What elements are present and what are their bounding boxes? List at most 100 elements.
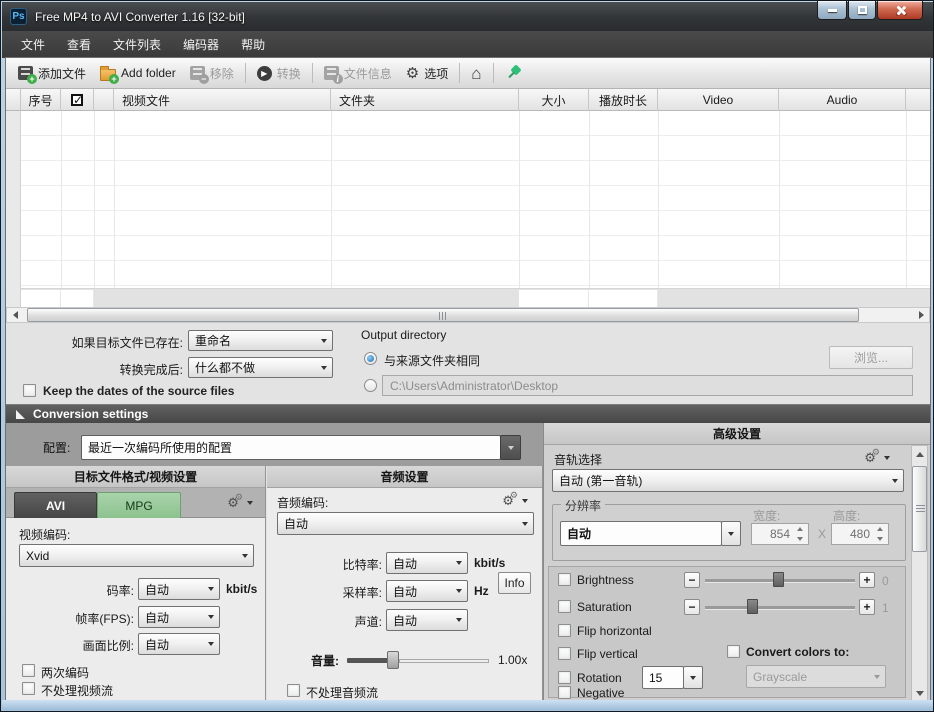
menu-file-list[interactable]: 文件列表 bbox=[102, 31, 172, 58]
browse-button[interactable]: 浏览... bbox=[829, 346, 913, 369]
rotation-dropdown-button[interactable] bbox=[683, 666, 703, 689]
column-size[interactable]: 大小 bbox=[519, 89, 589, 111]
menu-help[interactable]: 帮助 bbox=[230, 31, 276, 58]
audio-bitrate-dropdown[interactable]: 自动 bbox=[386, 552, 468, 574]
file-info-button[interactable]: i 文件信息 bbox=[317, 61, 399, 86]
remove-button[interactable]: − 移除 bbox=[183, 61, 241, 86]
audio-track-dropdown[interactable]: 自动 (第一音轨) bbox=[552, 469, 904, 492]
width-spinner[interactable]: 854 bbox=[751, 523, 809, 545]
rotation-value: 15 bbox=[649, 671, 662, 685]
convert-button[interactable]: ▶ 转换 bbox=[250, 61, 308, 86]
minimize-button[interactable] bbox=[817, 1, 847, 20]
home-button[interactable]: ⌂ bbox=[464, 61, 488, 86]
video-bitrate-dropdown[interactable]: 自动 bbox=[138, 578, 220, 600]
fps-dropdown[interactable]: 自动 bbox=[138, 606, 220, 628]
tab-avi[interactable]: AVI bbox=[14, 492, 97, 518]
output-path-field[interactable]: C:\Users\Administrator\Desktop bbox=[382, 375, 913, 396]
brightness-plus-button[interactable]: + bbox=[859, 572, 875, 588]
add-files-button[interactable]: + 添加文件 bbox=[11, 61, 93, 86]
if-exists-dropdown[interactable]: 重命名 bbox=[188, 330, 333, 351]
audio-codec-value: 自动 bbox=[284, 515, 308, 532]
flip-vertical-checkbox[interactable] bbox=[558, 647, 571, 660]
pin-button[interactable] bbox=[498, 61, 528, 85]
horizontal-scrollbar[interactable] bbox=[6, 307, 930, 323]
video-presets-gear-button[interactable]: ⚙⚙ bbox=[227, 496, 253, 509]
video-codec-dropdown[interactable]: Xvid bbox=[19, 544, 254, 567]
flip-horizontal-checkbox[interactable] bbox=[558, 624, 571, 637]
track-gear-button[interactable]: ⚙⚙ bbox=[864, 451, 890, 464]
saturation-minus-button[interactable]: − bbox=[684, 599, 700, 615]
column-index[interactable]: 序号 bbox=[21, 89, 61, 111]
resolution-dropdown[interactable]: 自动 bbox=[560, 521, 722, 546]
volume-slider-track[interactable] bbox=[399, 659, 489, 663]
grid-line bbox=[331, 111, 332, 288]
vertical-scrollbar-thumb[interactable] bbox=[912, 466, 927, 552]
close-button[interactable] bbox=[877, 1, 923, 20]
profile-dropdown[interactable]: 最近一次编码所使用的配置 bbox=[81, 435, 501, 460]
menu-encoders[interactable]: 编码器 bbox=[172, 31, 230, 58]
resolution-dropdown-button[interactable] bbox=[721, 521, 741, 546]
channels-dropdown[interactable]: 自动 bbox=[386, 609, 468, 631]
scroll-down-button[interactable] bbox=[912, 685, 927, 701]
saturation-slider-handle[interactable] bbox=[747, 599, 758, 614]
toolbar-separator bbox=[493, 63, 494, 83]
partial-row-strip bbox=[21, 288, 930, 307]
column-video[interactable]: Video bbox=[658, 89, 779, 111]
after-convert-dropdown[interactable]: 什么都不做 bbox=[188, 357, 333, 378]
brightness-checkbox[interactable] bbox=[558, 573, 571, 586]
profile-dropdown-button[interactable] bbox=[500, 435, 521, 460]
info-button[interactable]: Info bbox=[498, 572, 531, 594]
grid-line bbox=[61, 111, 62, 288]
scroll-left-button[interactable] bbox=[7, 308, 23, 322]
file-list-body[interactable] bbox=[6, 111, 930, 307]
audio-presets-gear-button[interactable]: ⚙⚙ bbox=[502, 494, 528, 507]
no-audio-checkbox[interactable] bbox=[287, 684, 300, 697]
spinner-arrows[interactable] bbox=[874, 525, 886, 543]
height-spinner[interactable]: 480 bbox=[831, 523, 889, 545]
audio-codec-dropdown[interactable]: 自动 bbox=[277, 512, 534, 535]
volume-slider-handle[interactable] bbox=[387, 651, 399, 669]
column-duration[interactable]: 播放时长 bbox=[589, 89, 658, 111]
options-button[interactable]: ⚙ 选项 bbox=[399, 61, 455, 86]
keep-dates-checkbox[interactable] bbox=[23, 384, 36, 397]
chevron-down-icon bbox=[456, 618, 462, 622]
two-pass-checkbox[interactable] bbox=[22, 664, 35, 677]
add-folder-button[interactable]: + Add folder bbox=[93, 62, 183, 85]
scroll-up-button[interactable] bbox=[912, 446, 927, 462]
minus-badge-icon: − bbox=[199, 74, 209, 84]
saturation-plus-button[interactable]: + bbox=[859, 599, 875, 615]
format-tabs: AVI MPG ⚙⚙ bbox=[6, 488, 265, 518]
saturation-slider-track[interactable] bbox=[705, 606, 855, 609]
brightness-minus-button[interactable]: − bbox=[684, 572, 700, 588]
arrow-right-icon bbox=[919, 311, 924, 319]
aspect-dropdown[interactable]: 自动 bbox=[138, 633, 220, 655]
menu-file[interactable]: 文件 bbox=[10, 31, 56, 58]
menu-view[interactable]: 查看 bbox=[56, 31, 102, 58]
column-folder[interactable]: 文件夹 bbox=[331, 89, 519, 111]
saturation-checkbox[interactable] bbox=[558, 600, 571, 613]
negative-checkbox[interactable] bbox=[558, 686, 571, 699]
custom-folder-radio[interactable] bbox=[364, 379, 377, 392]
column-video-file[interactable]: 视频文件 bbox=[114, 89, 331, 111]
vertical-scrollbar[interactable] bbox=[911, 445, 928, 702]
convert-colors-checkbox[interactable] bbox=[727, 645, 740, 658]
rotation-checkbox[interactable] bbox=[558, 671, 571, 684]
maximize-button[interactable] bbox=[848, 1, 876, 20]
horizontal-scrollbar-thumb[interactable] bbox=[27, 308, 859, 322]
rotation-dropdown[interactable]: 15 bbox=[642, 666, 684, 689]
chevron-down-icon bbox=[321, 339, 327, 343]
convert-colors-dropdown[interactable]: Grayscale bbox=[746, 665, 886, 688]
conversion-settings-toggle[interactable]: Conversion settings bbox=[6, 404, 930, 423]
column-audio[interactable]: Audio bbox=[779, 89, 906, 111]
sample-rate-dropdown[interactable]: 自动 bbox=[386, 580, 468, 602]
brightness-slider-handle[interactable] bbox=[773, 572, 784, 587]
same-folder-radio[interactable] bbox=[364, 352, 377, 365]
column-check-all[interactable] bbox=[61, 89, 94, 111]
no-video-checkbox[interactable] bbox=[22, 682, 35, 695]
scroll-right-button[interactable] bbox=[913, 308, 929, 322]
no-audio-label: 不处理音频流 bbox=[306, 684, 378, 701]
resolution-value: 自动 bbox=[567, 525, 591, 542]
chevron-down-icon bbox=[456, 589, 462, 593]
spinner-arrows[interactable] bbox=[794, 525, 806, 543]
tab-mpg[interactable]: MPG bbox=[97, 492, 181, 518]
